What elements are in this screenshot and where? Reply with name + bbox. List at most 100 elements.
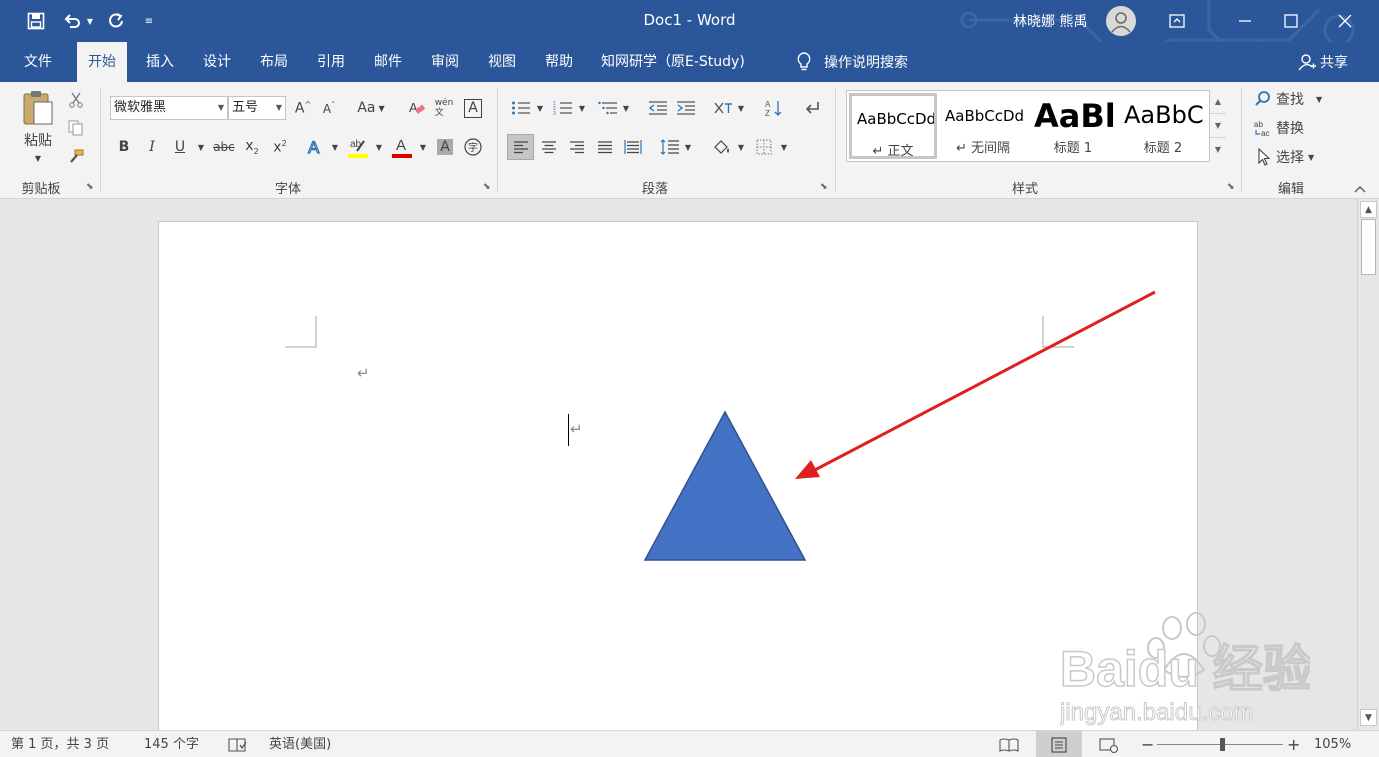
find-button[interactable]: 查找 ▼	[1254, 88, 1344, 110]
tab-help[interactable]: 帮助	[534, 42, 584, 82]
tab-home[interactable]: 开始	[77, 42, 127, 82]
sort-icon[interactable]: AZ	[762, 97, 786, 119]
style-heading-2[interactable]: AaBbC 标题 2	[1119, 93, 1207, 159]
grow-font-icon[interactable]: A^	[292, 97, 314, 119]
distributed-icon[interactable]	[621, 136, 645, 158]
collapse-ribbon-icon[interactable]	[1352, 182, 1368, 196]
paste-dropdown-icon[interactable]: ▼	[30, 152, 46, 164]
tab-file[interactable]: 文件	[13, 42, 63, 82]
web-layout-icon[interactable]	[1099, 731, 1119, 757]
tab-references[interactable]: 引用	[306, 42, 356, 82]
clear-formatting-icon[interactable]: A	[406, 97, 428, 119]
ribbon-display-options-icon[interactable]	[1154, 6, 1200, 36]
read-mode-icon[interactable]	[999, 731, 1019, 757]
font-color-icon[interactable]: A	[390, 134, 414, 160]
avatar[interactable]	[1106, 6, 1136, 36]
bullets-dropdown-icon[interactable]: ▼	[535, 101, 545, 115]
shrink-font-icon[interactable]: Aˇ	[318, 97, 340, 119]
strikethrough-icon[interactable]: abc	[211, 136, 237, 158]
underline-dropdown-icon[interactable]: ▼	[195, 140, 207, 154]
highlight-color-icon[interactable]: ab	[346, 134, 370, 160]
style-no-spacing[interactable]: AaBbCcDd ↵ 无间隔	[939, 93, 1027, 159]
paste-icon[interactable]	[18, 88, 58, 128]
tab-mailings[interactable]: 邮件	[363, 42, 413, 82]
vertical-scrollbar[interactable]: ▲ ▼	[1357, 199, 1379, 730]
subscript-icon[interactable]: x2	[241, 136, 263, 158]
styles-launcher-icon[interactable]: ⬊	[1227, 182, 1237, 192]
zoom-level[interactable]: 105%	[1314, 731, 1351, 757]
zoom-in-icon[interactable]: +	[1287, 731, 1300, 757]
character-border-icon[interactable]: A	[462, 97, 484, 119]
scroll-up-icon[interactable]: ▲	[1360, 201, 1377, 218]
text-effects-dropdown-icon[interactable]: ▼	[329, 140, 341, 154]
borders-dropdown-icon[interactable]: ▼	[779, 140, 789, 154]
font-name-combo[interactable]: 微软雅黑 ▼	[110, 96, 228, 120]
gallery-down-icon[interactable]: ▼	[1210, 114, 1226, 138]
scroll-thumb[interactable]	[1361, 219, 1376, 275]
numbering-dropdown-icon[interactable]: ▼	[577, 101, 587, 115]
align-left-icon[interactable]	[507, 134, 534, 160]
copy-icon[interactable]	[66, 118, 86, 138]
format-painter-icon[interactable]	[66, 146, 86, 166]
numbering-icon[interactable]: 123	[550, 97, 576, 119]
align-right-icon[interactable]	[565, 136, 589, 158]
tab-layout[interactable]: 布局	[249, 42, 299, 82]
borders-icon[interactable]	[752, 136, 776, 158]
tab-insert[interactable]: 插入	[135, 42, 185, 82]
chinese-layout-dropdown-icon[interactable]: ▼	[736, 101, 746, 115]
user-name[interactable]: 林晓娜 熊禹	[1013, 11, 1087, 31]
multilevel-dropdown-icon[interactable]: ▼	[621, 101, 631, 115]
italic-icon[interactable]: I	[141, 136, 163, 158]
document-page[interactable]: ↵ ↵	[158, 221, 1198, 730]
cut-icon[interactable]	[66, 90, 86, 110]
triangle-shape[interactable]	[643, 410, 807, 564]
print-layout-icon[interactable]	[1036, 731, 1082, 757]
minimize-icon[interactable]	[1222, 6, 1268, 36]
zoom-slider-thumb[interactable]	[1220, 738, 1226, 751]
font-launcher-icon[interactable]: ⬊	[483, 182, 493, 192]
document-area[interactable]: ↵ ↵	[0, 199, 1357, 730]
close-icon[interactable]	[1322, 6, 1368, 36]
word-count[interactable]: 145 个字	[144, 731, 199, 757]
zoom-slider[interactable]	[1157, 738, 1283, 751]
language-indicator[interactable]: 英语(美国)	[269, 731, 331, 757]
zoom-out-icon[interactable]: −	[1141, 731, 1154, 757]
phonetic-guide-icon[interactable]: wén 文	[433, 97, 455, 119]
maximize-icon[interactable]	[1268, 6, 1314, 36]
multilevel-list-icon[interactable]	[595, 97, 621, 119]
line-spacing-dropdown-icon[interactable]: ▼	[683, 140, 693, 154]
tab-design[interactable]: 设计	[192, 42, 242, 82]
tab-e-study[interactable]: 知网研学（原E-Study)	[590, 42, 756, 82]
scroll-down-icon[interactable]: ▼	[1360, 709, 1377, 726]
replace-button[interactable]: ab ac 替换	[1254, 117, 1344, 139]
increase-indent-icon[interactable]	[674, 97, 698, 119]
enclose-characters-icon[interactable]: 字	[462, 136, 484, 158]
justify-icon[interactable]	[593, 136, 617, 158]
share-button[interactable]: 共享	[1298, 42, 1348, 82]
proofing-icon[interactable]	[228, 731, 248, 757]
text-effects-icon[interactable]: A	[304, 136, 328, 158]
page-count[interactable]: 第 1 页，共 3 页	[11, 731, 109, 757]
line-spacing-icon[interactable]	[658, 136, 682, 158]
shading-dropdown-icon[interactable]: ▼	[736, 140, 746, 154]
select-button[interactable]: 选择 ▼	[1256, 146, 1346, 168]
change-case-button[interactable]: Aa ▼	[354, 97, 388, 119]
shading-icon[interactable]	[710, 136, 734, 158]
gallery-more-icon[interactable]: ▼	[1210, 138, 1226, 162]
gallery-up-icon[interactable]: ▲	[1210, 90, 1226, 114]
chinese-layout-icon[interactable]	[710, 97, 736, 119]
clipboard-launcher-icon[interactable]: ⬊	[86, 182, 96, 192]
font-size-combo[interactable]: 五号 ▼	[228, 96, 286, 120]
style-normal[interactable]: AaBbCcDd ↵ 正文	[849, 93, 937, 159]
tab-review[interactable]: 审阅	[420, 42, 470, 82]
align-center-icon[interactable]	[537, 136, 561, 158]
style-heading-1[interactable]: AaBl 标题 1	[1029, 93, 1117, 159]
character-shading-icon[interactable]: A	[434, 136, 456, 158]
font-color-dropdown-icon[interactable]: ▼	[417, 140, 429, 154]
show-hide-marks-icon[interactable]	[800, 97, 824, 119]
tab-view[interactable]: 视图	[477, 42, 527, 82]
superscript-icon[interactable]: x2	[269, 136, 291, 158]
tell-me-search[interactable]: 操作说明搜索	[796, 42, 908, 82]
decrease-indent-icon[interactable]	[646, 97, 670, 119]
underline-icon[interactable]: U	[169, 136, 191, 158]
